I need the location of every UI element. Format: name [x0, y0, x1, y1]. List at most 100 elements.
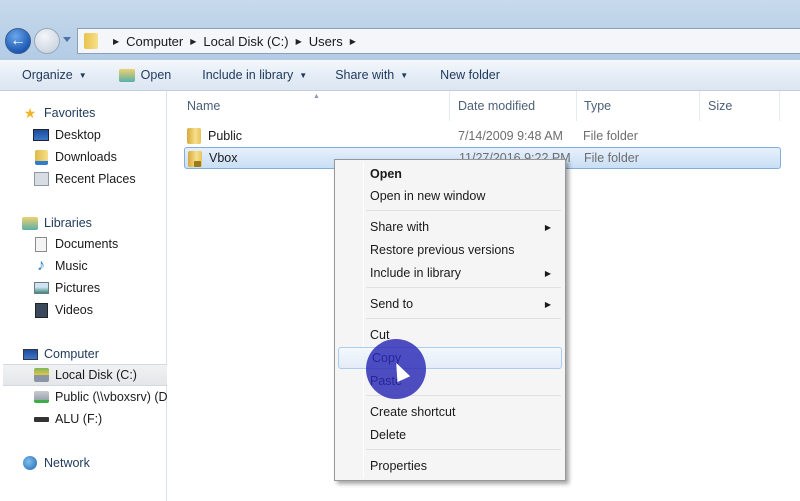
menu-item-properties[interactable]: Properties: [337, 455, 563, 477]
recent-pages-dropdown[interactable]: [63, 37, 71, 42]
star-icon: ★: [23, 104, 37, 121]
share-with-button[interactable]: Share with ▼: [335, 68, 408, 82]
pictures-icon: [33, 280, 49, 296]
new-folder-label: New folder: [440, 68, 500, 82]
menu-label: Send to: [370, 297, 414, 311]
breadcrumb-users[interactable]: Users: [309, 34, 343, 49]
open-label: Open: [140, 68, 172, 82]
folder-icon: [187, 128, 201, 144]
column-header-type[interactable]: Type: [584, 91, 611, 121]
sidebar-item-alu-drive[interactable]: ALU (F:): [33, 408, 102, 430]
menu-item-restore-previous-versions[interactable]: Restore previous versions: [337, 239, 563, 261]
address-bar[interactable]: ▶ Computer ▶ Local Disk (C:) ▶ Users ▶: [77, 28, 800, 54]
submenu-arrow-icon: ▶: [544, 222, 551, 232]
sidebar-label: Recent Places: [55, 172, 136, 186]
open-folder-icon: [118, 68, 135, 82]
column-divider[interactable]: [449, 91, 450, 121]
column-header-name[interactable]: Name: [187, 91, 220, 121]
sidebar-item-documents[interactable]: Documents: [33, 233, 118, 255]
menu-label: Restore previous versions: [370, 243, 515, 257]
back-button[interactable]: ←: [5, 28, 31, 54]
sidebar-item-downloads[interactable]: Downloads: [33, 146, 117, 168]
new-folder-button[interactable]: New folder: [440, 68, 500, 82]
menu-label: Open in new window: [370, 189, 486, 203]
sidebar-label: Computer: [44, 347, 99, 361]
caret-down-icon: ▼: [78, 70, 87, 80]
menu-item-open-new-window[interactable]: Open in new window: [337, 185, 563, 207]
organize-label: Organize: [22, 68, 73, 82]
menu-item-open[interactable]: Open: [337, 163, 563, 185]
removable-drive-icon: [33, 411, 49, 427]
menu-item-create-shortcut[interactable]: Create shortcut: [337, 401, 563, 423]
sidebar-computer[interactable]: Computer: [22, 343, 99, 365]
open-button[interactable]: Open: [118, 68, 172, 82]
desktop-icon: [33, 127, 49, 143]
menu-item-include-in-library[interactable]: Include in library ▶: [337, 262, 563, 284]
sidebar-item-desktop[interactable]: Desktop: [33, 124, 101, 146]
chevron-right-icon[interactable]: ▶: [190, 37, 196, 46]
file-type: File folder: [583, 129, 638, 143]
menu-label: Share with: [370, 220, 430, 234]
submenu-arrow-icon: ▶: [544, 299, 551, 309]
chevron-right-icon[interactable]: ▶: [113, 37, 119, 46]
table-row[interactable]: Public 7/14/2009 9:48 AM File folder: [184, 125, 781, 147]
sidebar-label: Desktop: [55, 128, 101, 142]
network-drive-icon: [33, 389, 49, 405]
sidebar-item-music[interactable]: ♪ Music: [33, 255, 88, 277]
sidebar-libraries[interactable]: Libraries: [22, 212, 92, 234]
libraries-icon: [22, 215, 38, 231]
caret-down-icon: ▼: [400, 70, 409, 80]
menu-item-delete[interactable]: Delete: [337, 424, 563, 446]
menu-item-send-to[interactable]: Send to ▶: [337, 293, 563, 315]
column-divider[interactable]: [576, 91, 577, 121]
chevron-right-icon[interactable]: ▶: [296, 37, 302, 46]
column-divider[interactable]: [779, 91, 780, 121]
network-icon: [22, 455, 38, 471]
sidebar-label: ALU (F:): [55, 412, 103, 426]
sidebar-item-videos[interactable]: Videos: [33, 299, 93, 321]
system-drive-icon: [33, 367, 49, 383]
menu-item-cut[interactable]: Cut: [337, 324, 563, 346]
chevron-right-icon[interactable]: ▶: [350, 37, 356, 46]
sidebar-label: Documents: [55, 237, 119, 251]
menu-label: Include in library: [370, 266, 462, 280]
menu-label: Open: [370, 167, 402, 181]
folder-icon: [84, 33, 98, 49]
sidebar-label: Public (\\vboxsrv) (D: [55, 390, 167, 404]
menu-item-share-with[interactable]: Share with ▶: [337, 216, 563, 238]
menu-separator: [366, 449, 561, 450]
forward-button[interactable]: [34, 28, 60, 54]
navigation-pane: ★ Favorites Desktop Downloads Recent Plac…: [0, 91, 167, 501]
sidebar-item-pictures[interactable]: Pictures: [33, 277, 100, 299]
navigation-bar: ← ▶ Computer ▶ Local Disk (C:) ▶ Users ▶: [0, 25, 800, 59]
command-bar: Organize ▼ Open Include in library ▼ Share…: [0, 60, 800, 91]
column-header-date-modified[interactable]: Date modified: [458, 91, 535, 121]
file-name: Vbox: [209, 151, 238, 165]
share-with-label: Share with: [335, 68, 395, 82]
sidebar-item-recent-places[interactable]: Recent Places: [33, 168, 136, 190]
sidebar-item-public-share[interactable]: Public (\\vboxsrv) (D: [33, 386, 167, 408]
menu-separator: [366, 210, 561, 211]
recent-places-icon: [33, 171, 49, 187]
sidebar-favorites[interactable]: ★ Favorites: [22, 102, 96, 124]
file-type: File folder: [584, 151, 639, 165]
sidebar-network[interactable]: Network: [22, 452, 90, 474]
locked-folder-icon: [188, 151, 202, 167]
submenu-arrow-icon: ▶: [544, 268, 551, 278]
music-note-icon: ♪: [37, 257, 45, 274]
menu-separator: [366, 318, 561, 319]
column-divider[interactable]: [699, 91, 700, 121]
arrow-left-icon: ←: [10, 32, 26, 49]
column-header-size[interactable]: Size: [708, 91, 732, 121]
include-in-library-button[interactable]: Include in library ▼: [202, 68, 307, 82]
sidebar-item-local-disk[interactable]: Local Disk (C:): [3, 364, 167, 386]
downloads-icon: [33, 149, 49, 165]
organize-button[interactable]: Organize ▼: [22, 68, 87, 82]
file-name: Public: [208, 129, 243, 143]
breadcrumb-local-disk[interactable]: Local Disk (C:): [203, 34, 288, 49]
videos-icon: [33, 302, 49, 318]
sidebar-label: Videos: [55, 303, 93, 317]
breadcrumb-computer[interactable]: Computer: [126, 34, 183, 49]
caret-down-icon: ▼: [299, 70, 308, 80]
lock-icon: [194, 161, 201, 167]
